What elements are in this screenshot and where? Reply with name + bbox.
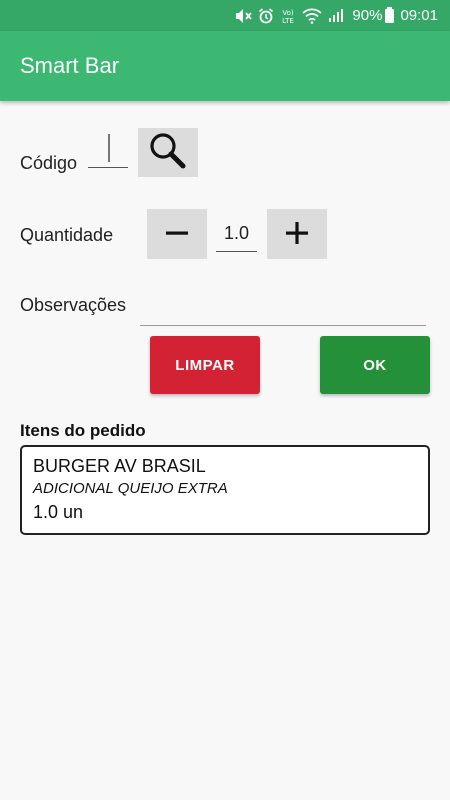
quantity-field[interactable]: 1.0 bbox=[216, 216, 257, 252]
observacoes-input[interactable] bbox=[140, 290, 426, 326]
svg-text:LTE: LTE bbox=[283, 17, 295, 25]
list-item[interactable]: BURGER AV BRASIL ADICIONAL QUEIJO EXTRA … bbox=[33, 454, 417, 524]
increase-quantity-button[interactable] bbox=[267, 209, 327, 259]
svg-text:Vo): Vo) bbox=[283, 9, 295, 17]
wifi-icon bbox=[302, 8, 323, 24]
app-title: Smart Bar bbox=[20, 53, 120, 78]
quantidade-label: Quantidade bbox=[20, 225, 114, 245]
limpar-button[interactable]: LIMPAR bbox=[150, 336, 260, 394]
item-name: BURGER AV BRASIL bbox=[33, 456, 206, 476]
ok-button[interactable]: OK bbox=[320, 336, 430, 394]
order-items-title: Itens do pedido bbox=[20, 421, 146, 440]
battery-icon bbox=[385, 6, 395, 23]
search-icon bbox=[148, 131, 188, 174]
volte-icon: Vo) LTE bbox=[280, 7, 296, 25]
alarm-icon bbox=[258, 7, 274, 24]
search-button[interactable] bbox=[138, 128, 198, 177]
item-quantity: 1.0 un bbox=[33, 502, 84, 522]
plus-icon bbox=[284, 220, 310, 249]
observacoes-label: Observações bbox=[20, 295, 127, 315]
clock: 09:01 bbox=[400, 7, 438, 24]
battery-percent: 90% bbox=[352, 7, 383, 24]
item-note: ADICIONAL QUEIJO EXTRA bbox=[33, 480, 228, 497]
signal-icon bbox=[328, 8, 344, 23]
status-icons: Vo) LTE bbox=[234, 7, 344, 25]
order-items-list[interactable]: BURGER AV BRASIL ADICIONAL QUEIJO EXTRA … bbox=[20, 445, 430, 535]
decrease-quantity-button[interactable] bbox=[147, 209, 207, 259]
minus-icon bbox=[164, 220, 190, 249]
app-bar: Smart Bar bbox=[0, 31, 450, 101]
codigo-label: Código bbox=[20, 153, 78, 173]
codigo-input[interactable] bbox=[88, 132, 128, 168]
mute-icon bbox=[234, 8, 253, 24]
status-bar: Vo) LTE 90% 09:01 bbox=[0, 0, 450, 31]
text-cursor bbox=[108, 134, 110, 162]
